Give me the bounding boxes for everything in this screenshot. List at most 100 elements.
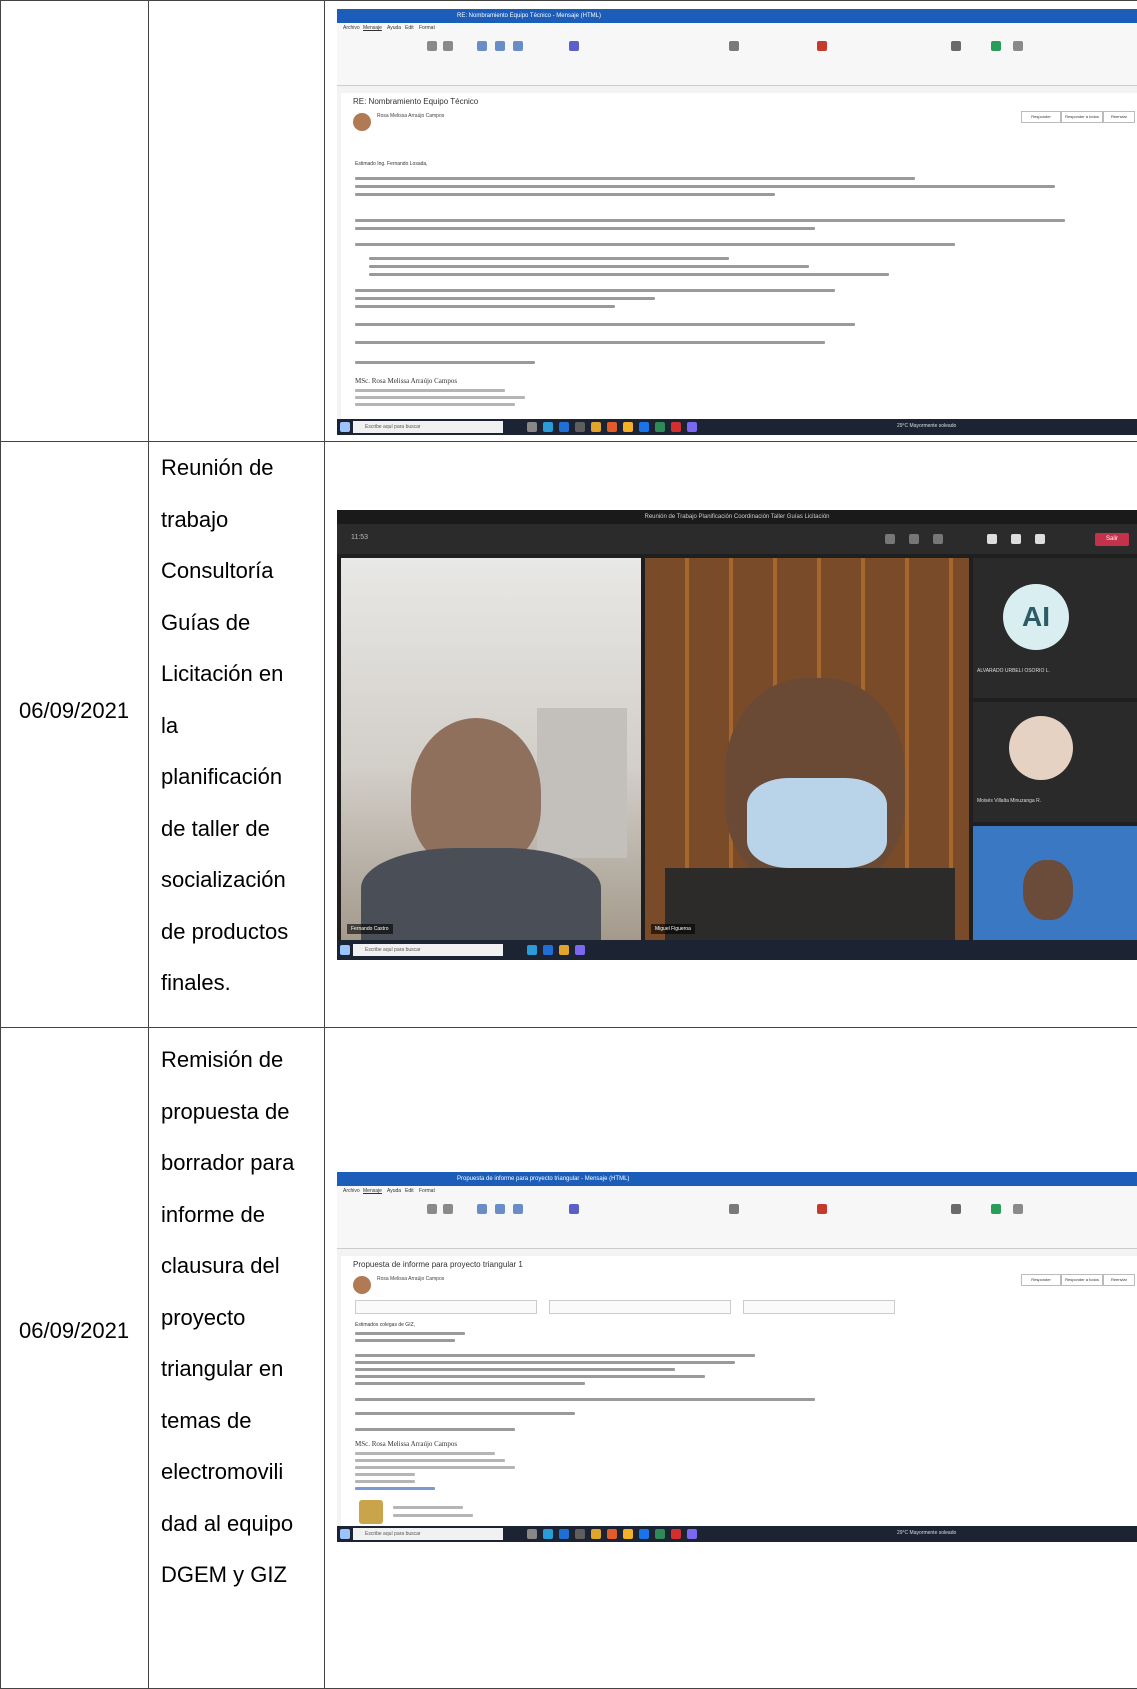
text-line [355,1375,705,1378]
message-body: RE: Nombramiento Equipo Técnico Rosa Mel… [341,93,1137,419]
sender-avatar [353,1276,371,1294]
mail-icon[interactable] [559,1529,569,1539]
evidence-cell: RE: Nombramiento Equipo Técnico - Mensaj… [324,1,1137,442]
app-icon[interactable] [623,422,633,432]
mail-icon[interactable] [559,422,569,432]
body-shape [665,868,955,940]
attachment[interactable] [549,1300,731,1314]
text-line [355,396,525,399]
forward-icon[interactable] [513,41,523,51]
delete-icon[interactable] [427,1204,437,1214]
description-line: dad al equipo [161,1510,294,1536]
teams-icon[interactable] [569,41,579,51]
teams-icon[interactable] [687,1529,697,1539]
task-view-icon[interactable] [527,1529,537,1539]
reactions-icon[interactable] [933,534,943,544]
reply-icon[interactable] [477,1204,487,1214]
zoom-icon[interactable] [1013,41,1023,51]
tab-format[interactable]: Format [419,25,435,31]
text-line [355,1480,415,1483]
outlook-icon[interactable] [639,1529,649,1539]
teams-icon[interactable] [569,1204,579,1214]
store-icon[interactable] [575,422,585,432]
tab-message[interactable]: Mensaje [363,1188,382,1194]
chat-icon[interactable] [909,534,919,544]
store-icon[interactable] [575,1529,585,1539]
edge-icon[interactable] [527,945,537,955]
app-icon[interactable] [607,1529,617,1539]
tab-edit[interactable]: Edit [405,1188,414,1194]
read-aloud-icon[interactable] [951,1204,961,1214]
forward-button[interactable]: Reenviar [1103,111,1135,123]
chrome-icon[interactable] [591,422,601,432]
tab-message[interactable]: Mensaje [363,25,382,31]
reply-all-icon[interactable] [495,1204,505,1214]
description-line: socialización [161,867,286,892]
archive-icon[interactable] [443,1204,453,1214]
windows-start-icon[interactable] [340,945,350,955]
reply-all-icon[interactable] [495,41,505,51]
microphone-icon[interactable] [1011,534,1021,544]
text-line [355,1473,415,1476]
tab-help[interactable]: Ayuda [387,1188,401,1194]
excel-icon[interactable] [655,422,665,432]
translate-icon[interactable] [991,41,1001,51]
pdf-icon[interactable] [671,1529,681,1539]
institution-logo [359,1500,383,1524]
reply-icon[interactable] [477,41,487,51]
teams-icon[interactable] [687,422,697,432]
tab-edit[interactable]: Edit [405,25,414,31]
archive-icon[interactable] [443,41,453,51]
translate-icon[interactable] [991,1204,1001,1214]
tab-file[interactable]: Archivo [343,1188,360,1194]
chrome-icon[interactable] [559,945,569,955]
forward-icon[interactable] [513,1204,523,1214]
app-icon[interactable] [607,422,617,432]
app-icon[interactable] [623,1529,633,1539]
taskbar-search[interactable]: Escribe aquí para buscar [353,421,503,433]
attachment[interactable] [743,1300,895,1314]
flag-icon[interactable] [817,41,827,51]
mail-icon[interactable] [543,945,553,955]
edge-icon[interactable] [543,422,553,432]
description-line: planificación [161,764,283,789]
tab-help[interactable]: Ayuda [387,25,401,31]
camera-icon[interactable] [987,534,997,544]
leave-button[interactable]: Salir [1095,533,1129,546]
edge-icon[interactable] [543,1529,553,1539]
chrome-icon[interactable] [591,1529,601,1539]
tab-file[interactable]: Archivo [343,25,360,31]
outlook-icon[interactable] [639,422,649,432]
reply-all-button[interactable]: Responder a todos [1061,1274,1103,1286]
description-line: borrador para [161,1150,295,1175]
flag-icon[interactable] [817,1204,827,1214]
ribbon: Archivo Mensaje Ayuda Edit Format [337,23,1137,86]
reply-all-button[interactable]: Responder a todos [1061,111,1103,123]
text-line [355,177,915,180]
forward-button[interactable]: Reenviar [1103,1274,1135,1286]
task-view-icon[interactable] [527,422,537,432]
taskbar-search[interactable]: Escribe aquí para buscar [353,1528,503,1540]
share-icon[interactable] [1035,534,1045,544]
signature-name: MSc. Rosa Melissa Arraújo Campos [355,377,458,385]
reply-button[interactable]: Responder [1021,1274,1061,1286]
teams-icon[interactable] [575,945,585,955]
read-aloud-icon[interactable] [951,41,961,51]
move-icon[interactable] [729,41,739,51]
excel-icon[interactable] [655,1529,665,1539]
tab-format[interactable]: Format [419,1188,435,1194]
description-line: triangular en [161,1356,284,1381]
participants-icon[interactable] [885,534,895,544]
pdf-icon[interactable] [671,422,681,432]
windows-start-icon[interactable] [340,422,350,432]
windows-start-icon[interactable] [340,1529,350,1539]
text-line [355,1368,675,1371]
zoom-icon[interactable] [1013,1204,1023,1214]
person-shape [411,718,541,868]
attachment[interactable] [355,1300,537,1314]
taskbar-search[interactable]: Escribe aquí para buscar [353,944,503,956]
move-icon[interactable] [729,1204,739,1214]
window-title: Propuesta de informe para proyecto trian… [457,1176,630,1182]
delete-icon[interactable] [427,41,437,51]
reply-button[interactable]: Responder [1021,111,1061,123]
